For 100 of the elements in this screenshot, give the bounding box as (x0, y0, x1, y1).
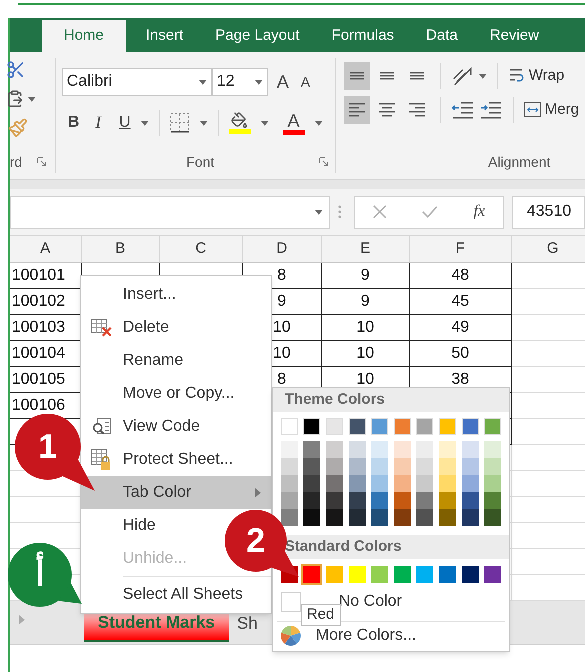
orientation-icon[interactable] (451, 65, 475, 87)
dialog-launcher-icon[interactable] (37, 157, 47, 167)
color-swatch[interactable] (326, 475, 343, 492)
borders-icon[interactable] (170, 113, 190, 133)
color-swatch[interactable] (303, 418, 320, 435)
insert-function-button[interactable]: fx (474, 200, 486, 224)
formula-input-field[interactable]: 43510 (512, 196, 585, 228)
color-swatch[interactable] (484, 441, 502, 458)
fill-color-button[interactable] (228, 112, 251, 134)
color-swatch[interactable] (303, 566, 320, 583)
color-swatch[interactable] (303, 458, 320, 475)
color-swatch[interactable] (462, 566, 479, 583)
color-swatch[interactable] (438, 458, 456, 475)
color-swatch[interactable] (371, 441, 388, 458)
color-swatch[interactable] (303, 475, 320, 492)
color-swatch[interactable] (462, 418, 479, 435)
enter-check-icon[interactable] (422, 205, 438, 219)
color-swatch[interactable] (438, 441, 456, 458)
color-swatch[interactable] (416, 509, 434, 526)
align-top-button[interactable] (344, 62, 370, 90)
color-swatch[interactable] (462, 492, 479, 509)
ribbon-tab[interactable]: Page Layout (200, 20, 316, 52)
color-swatch[interactable] (484, 492, 502, 509)
name-box[interactable] (10, 196, 330, 228)
bold-button[interactable]: B (68, 111, 80, 135)
decrease-indent-icon[interactable] (451, 100, 475, 120)
color-swatch[interactable] (326, 458, 343, 475)
color-swatch[interactable] (416, 492, 434, 509)
color-swatch[interactable] (438, 566, 456, 583)
color-swatch[interactable] (438, 418, 456, 435)
color-swatch[interactable] (416, 566, 434, 583)
font-color-button[interactable]: A (288, 112, 300, 130)
menu-item[interactable]: Protect Sheet... (123, 448, 234, 472)
color-swatch[interactable] (484, 418, 502, 435)
column-header[interactable]: E (322, 236, 410, 262)
color-swatch[interactable] (394, 441, 411, 458)
underline-button[interactable]: U (119, 111, 131, 135)
menu-item[interactable]: Select All Sheets (123, 582, 244, 606)
color-swatch[interactable] (416, 418, 434, 435)
italic-button[interactable]: I (96, 110, 102, 136)
color-swatch[interactable] (326, 492, 343, 509)
shrink-font-button[interactable]: A (298, 75, 314, 89)
menu-item[interactable]: Hide (123, 514, 156, 538)
align-left-button[interactable] (344, 96, 370, 124)
menu-item[interactable]: Tab Color (81, 476, 271, 509)
menu-item[interactable]: Rename (123, 348, 184, 372)
color-swatch[interactable] (280, 458, 298, 475)
color-swatch[interactable] (462, 475, 479, 492)
color-swatch[interactable] (416, 458, 434, 475)
grow-font-button[interactable]: A (274, 73, 292, 91)
no-color-swatch[interactable] (281, 592, 301, 612)
ribbon-tab[interactable]: Data (410, 20, 474, 52)
column-header[interactable]: F (410, 236, 512, 262)
color-swatch[interactable] (303, 441, 320, 458)
menu-item[interactable]: No Color (339, 590, 402, 614)
color-swatch[interactable] (416, 441, 434, 458)
ribbon-tab[interactable]: Review (474, 20, 556, 52)
column-header[interactable]: C (160, 236, 243, 262)
color-swatch[interactable] (394, 418, 411, 435)
format-painter-brush-icon[interactable] (8, 118, 28, 138)
color-swatch[interactable] (326, 418, 343, 435)
color-swatch[interactable] (394, 566, 411, 583)
color-swatch[interactable] (462, 441, 479, 458)
color-swatch[interactable] (280, 441, 298, 458)
ribbon-tab[interactable]: Formulas (316, 20, 410, 52)
wrap-text-button[interactable]: Wrap (508, 64, 565, 88)
color-swatch[interactable] (371, 509, 388, 526)
color-swatch[interactable] (484, 509, 502, 526)
dialog-launcher-icon[interactable] (318, 157, 329, 167)
merge-button[interactable]: Merg (524, 98, 580, 122)
color-swatch[interactable] (394, 475, 411, 492)
color-swatch[interactable] (326, 441, 343, 458)
color-swatch[interactable] (348, 458, 366, 475)
menu-item[interactable]: More Colors... (316, 624, 416, 648)
column-header[interactable]: A (10, 236, 82, 262)
menu-item[interactable]: Insert... (123, 282, 176, 306)
copy-icon[interactable] (6, 90, 24, 108)
color-swatch[interactable] (303, 492, 320, 509)
color-swatch[interactable] (438, 509, 456, 526)
color-swatch[interactable] (348, 418, 366, 435)
ribbon-tab[interactable]: Home (42, 20, 126, 52)
color-swatch[interactable] (438, 475, 456, 492)
color-swatch[interactable] (348, 509, 366, 526)
color-swatch[interactable] (326, 566, 343, 583)
column-header[interactable]: G (512, 236, 585, 262)
color-swatch[interactable] (394, 458, 411, 475)
color-swatch[interactable] (438, 492, 456, 509)
color-swatch[interactable] (371, 458, 388, 475)
color-swatch[interactable] (371, 566, 388, 583)
color-swatch[interactable] (326, 509, 343, 526)
color-swatch[interactable] (484, 458, 502, 475)
color-swatch[interactable] (394, 509, 411, 526)
color-swatch[interactable] (484, 475, 502, 492)
font-size-dropdown[interactable]: 12 (212, 68, 268, 96)
color-swatch[interactable] (394, 492, 411, 509)
scroll-tabs-arrow-icon[interactable] (18, 615, 26, 625)
color-swatch[interactable] (462, 509, 479, 526)
column-header[interactable]: D (243, 236, 322, 262)
color-swatch[interactable] (348, 475, 366, 492)
color-swatch[interactable] (348, 492, 366, 509)
